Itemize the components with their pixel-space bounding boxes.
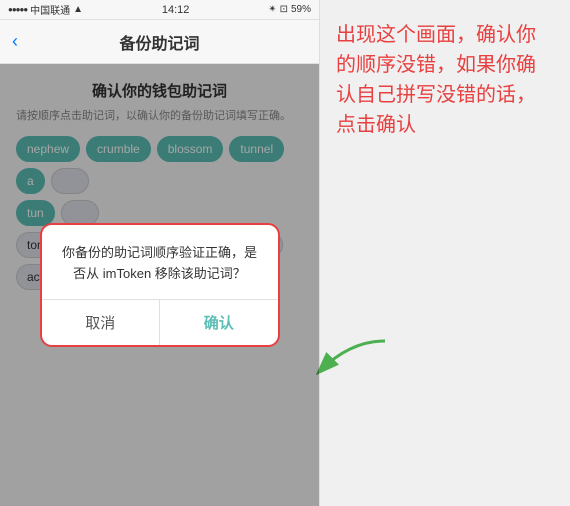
annotation-text: 出现这个画面，确认你的顺序没错，如果你确认自己拼写没错的话，点击确认 bbox=[336, 20, 554, 140]
arrow-container bbox=[310, 331, 390, 396]
status-left: ●●●●● 中国联通 ▲ bbox=[8, 2, 83, 17]
modal-text: 你备份的助记词顺序验证正确，是否从 imToken 移除该助记词？ bbox=[60, 243, 260, 285]
nav-bar: ‹ 备份助记词 bbox=[0, 20, 319, 64]
status-right: ✴ ⊡ 59% bbox=[268, 4, 311, 15]
annotation-panel: 出现这个画面，确认你的顺序没错，如果你确认自己拼写没错的话，点击确认 bbox=[320, 0, 570, 506]
back-button[interactable]: ‹ bbox=[12, 31, 18, 52]
battery-icon: ⊡ bbox=[280, 4, 288, 15]
carrier-label: 中国联通 bbox=[30, 2, 70, 17]
main-content: 确认你的钱包助记词 请按顺序点击助记词，以确认你的备份助记词填写正确。 neph… bbox=[0, 64, 319, 506]
modal-ok-button[interactable]: 确认 bbox=[160, 300, 278, 345]
status-bar: ●●●●● 中国联通 ▲ 14:12 ✴ ⊡ 59% bbox=[0, 0, 319, 20]
phone-panel: ●●●●● 中国联通 ▲ 14:12 ✴ ⊡ 59% ‹ 备份助记词 确认你的钱… bbox=[0, 0, 320, 506]
modal-dialog: 你备份的助记词顺序验证正确，是否从 imToken 移除该助记词？ 取消 确认 bbox=[40, 223, 280, 347]
modal-actions: 取消 确认 bbox=[42, 299, 278, 345]
modal-cancel-button[interactable]: 取消 bbox=[42, 300, 161, 345]
wifi-icon: ▲ bbox=[73, 4, 83, 15]
bluetooth-icon: ✴ bbox=[268, 4, 276, 15]
battery-percent: 59% bbox=[291, 4, 311, 15]
nav-title: 备份助记词 bbox=[119, 30, 199, 54]
modal-overlay: 你备份的助记词顺序验证正确，是否从 imToken 移除该助记词？ 取消 确认 bbox=[0, 64, 319, 506]
signal-dots: ●●●●● bbox=[8, 5, 27, 14]
arrow-icon bbox=[310, 331, 390, 391]
modal-body: 你备份的助记词顺序验证正确，是否从 imToken 移除该助记词？ bbox=[42, 225, 278, 299]
time-display: 14:12 bbox=[162, 4, 190, 16]
